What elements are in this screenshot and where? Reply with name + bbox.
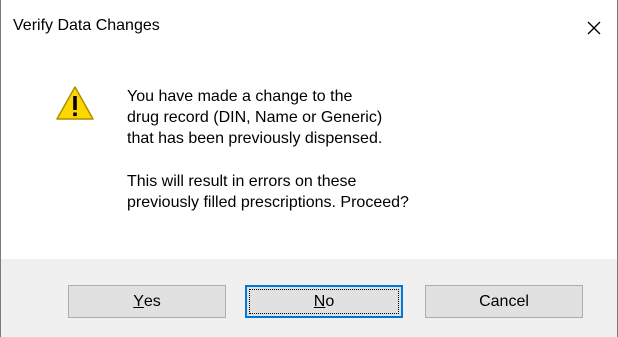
dialog-content: You have made a change to the drug recor… [1, 56, 617, 259]
yes-mnemonic: Y [133, 292, 144, 310]
warning-icon [56, 86, 94, 120]
button-bar: Yes No Cancel [1, 259, 617, 337]
close-button[interactable] [571, 0, 617, 56]
message-line: previously filled prescriptions. Proceed… [127, 194, 409, 211]
message-line: drug record (DIN, Name or Generic) [127, 109, 383, 126]
cancel-button[interactable]: Cancel [425, 285, 583, 318]
message-text: You have made a change to the drug recor… [127, 86, 587, 213]
message-line: This will result in errors on these [127, 173, 357, 190]
close-icon [587, 21, 601, 35]
cancel-label: Cancel [479, 292, 529, 310]
verify-data-changes-dialog: Verify Data Changes You have made a chan… [0, 0, 618, 337]
no-button[interactable]: No [245, 285, 403, 318]
yes-label-rest: es [143, 292, 161, 310]
yes-button[interactable]: Yes [68, 285, 226, 318]
dialog-title: Verify Data Changes [13, 17, 160, 34]
title-bar: Verify Data Changes [1, 0, 617, 56]
message-line: that has been previously dispensed. [127, 130, 383, 147]
focus-ring [249, 289, 399, 314]
message-line: You have made a change to the [127, 88, 353, 105]
